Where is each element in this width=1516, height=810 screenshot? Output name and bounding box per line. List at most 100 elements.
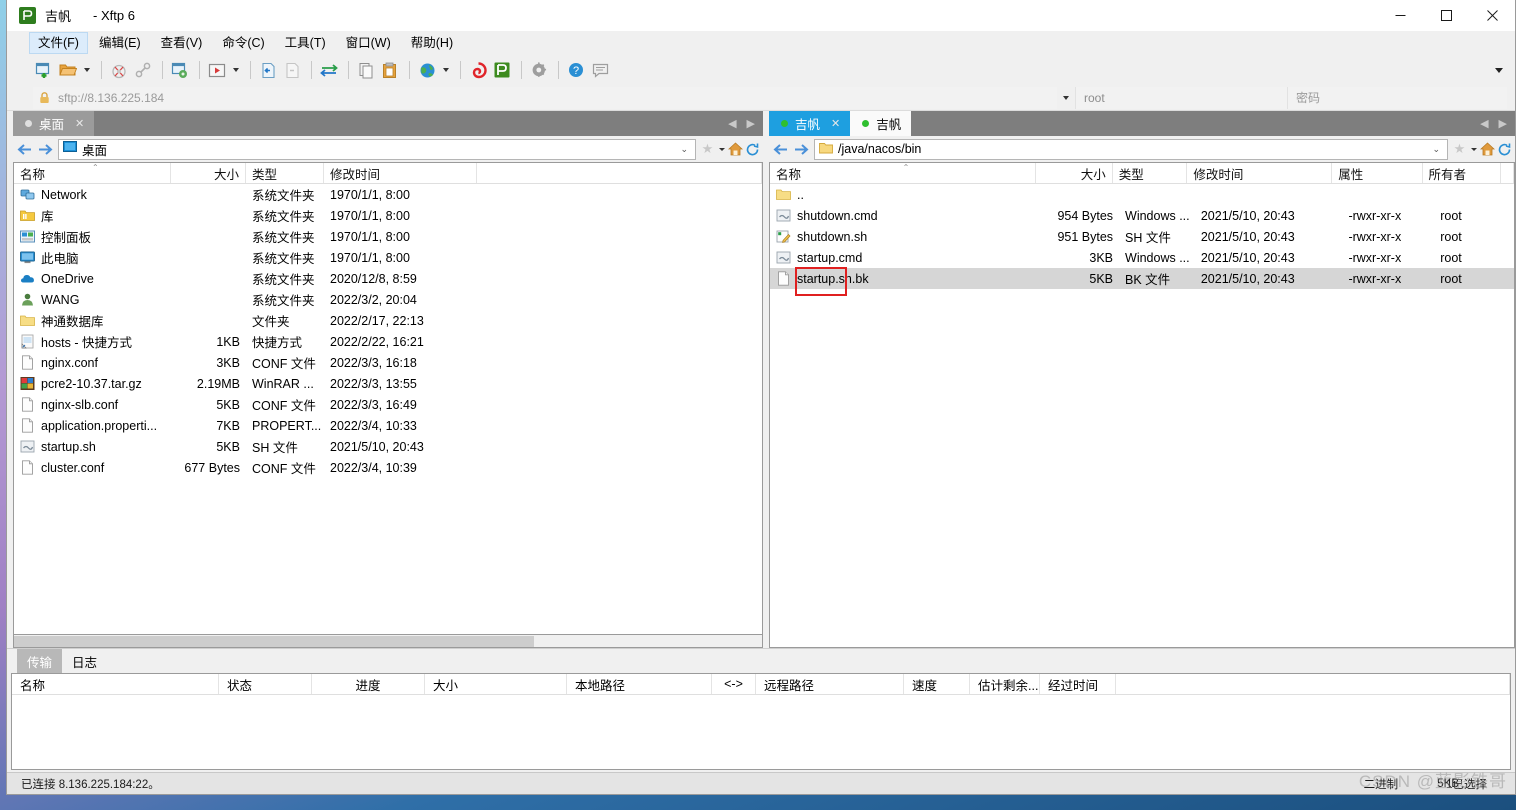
menu-edit[interactable]: 编辑(E)	[90, 32, 150, 54]
open-folder-dropdown-caret-icon[interactable]	[81, 59, 92, 81]
remote-path-caret-icon[interactable]: ⌄	[1432, 144, 1443, 155]
globe-dropdown-caret-icon[interactable]	[440, 59, 451, 81]
sync-icon[interactable]	[318, 59, 340, 81]
remote-back-button[interactable]	[771, 136, 791, 162]
local-tab-close-icon[interactable]: ✕	[75, 117, 84, 130]
local-col-type[interactable]: 类型	[246, 163, 324, 183]
remote-col-modified[interactable]: 修改时间	[1187, 163, 1333, 183]
link-icon[interactable]	[132, 59, 154, 81]
menu-command[interactable]: 命令(C)	[213, 32, 273, 54]
globe-icon[interactable]	[416, 59, 438, 81]
transfer-col-localpath[interactable]: 本地路径	[567, 674, 712, 694]
transfer-col-elapsed[interactable]: 经过时间	[1040, 674, 1116, 694]
table-row[interactable]: hosts - 快捷方式 1KB 快捷方式 2022/2/22, 16:21	[14, 331, 762, 352]
table-row[interactable]: startup.cmd 3KB Windows ... 2021/5/10, 20:4…	[770, 247, 1514, 268]
tab-transfers[interactable]: 传输	[17, 648, 63, 674]
local-back-button[interactable]	[15, 136, 35, 162]
remote-col-type[interactable]: 类型	[1113, 163, 1188, 183]
local-horizontal-scrollbar[interactable]	[13, 635, 763, 648]
transfer-col-eta[interactable]: 估计剩余...	[970, 674, 1040, 694]
remote-tab-2[interactable]: 吉帆	[850, 111, 912, 136]
local-home-icon[interactable]	[727, 136, 744, 162]
username-input[interactable]: root	[1075, 86, 1287, 109]
table-row[interactable]: nginx.conf 3KB CONF 文件 2022/3/3, 16:18	[14, 352, 762, 373]
remote-home-icon[interactable]	[1479, 136, 1496, 162]
remote-col-owner[interactable]: 所有者	[1423, 163, 1501, 183]
run-icon[interactable]	[206, 59, 228, 81]
local-tab-desktop[interactable]: 桌面 ✕	[13, 111, 95, 136]
table-row[interactable]: 控制面板 系统文件夹 1970/1/1, 8:00	[14, 226, 762, 247]
remote-path-input[interactable]: /java/nacos/bin ⌄	[814, 138, 1448, 160]
transfer-col-remotepath[interactable]: 远程路径	[756, 674, 904, 694]
remote-tab-1-close-icon[interactable]: ✕	[831, 117, 840, 130]
local-refresh-icon[interactable]	[744, 136, 761, 162]
help-icon[interactable]: ?	[565, 59, 587, 81]
local-bookmark-caret-icon[interactable]	[716, 136, 727, 162]
local-file-list[interactable]: 名称 ⌃ 大小 类型 修改时间 Network 系统文件夹 1970/1/1, 8:…	[13, 162, 763, 635]
transfer-col-direction[interactable]: <->	[712, 674, 756, 694]
transfer-col-size[interactable]: 大小	[425, 674, 567, 694]
table-row[interactable]: 此电脑 系统文件夹 1970/1/1, 8:00	[14, 247, 762, 268]
local-bookmark-icon[interactable]: ★	[699, 136, 716, 162]
table-row[interactable]: WANG 系统文件夹 2022/3/2, 20:04	[14, 289, 762, 310]
table-row[interactable]: cluster.conf 677 Bytes CONF 文件 2022/3/4, 10…	[14, 457, 762, 478]
remote-col-size[interactable]: 大小	[1036, 163, 1113, 183]
transfer-col-speed[interactable]: 速度	[904, 674, 970, 694]
session-settings-icon[interactable]	[169, 59, 191, 81]
table-row[interactable]: Network 系统文件夹 1970/1/1, 8:00	[14, 184, 762, 205]
settings-gear-icon[interactable]	[528, 59, 550, 81]
local-col-modified[interactable]: 修改时间	[324, 163, 477, 183]
xshell-icon[interactable]	[467, 59, 489, 81]
maximize-button[interactable]	[1423, 0, 1469, 31]
local-forward-button[interactable]	[35, 136, 55, 162]
transfer-col-name[interactable]: 名称	[12, 674, 219, 694]
menu-tools[interactable]: 工具(T)	[276, 32, 335, 54]
local-col-size[interactable]: 大小	[171, 163, 246, 183]
table-row[interactable]: shutdown.sh 951 Bytes SH 文件 2021/5/10, 20:4…	[770, 226, 1514, 247]
tabstrip-prev-icon[interactable]: ◀	[1480, 117, 1488, 130]
table-row[interactable]: pcre2-10.37.tar.gz 2.19MB WinRAR ... 2022/3…	[14, 373, 762, 394]
minimize-button[interactable]	[1377, 0, 1423, 31]
local-path-caret-icon[interactable]: ⌄	[680, 144, 691, 155]
table-row[interactable]: 神通数据库 文件夹 2022/2/17, 22:13	[14, 310, 762, 331]
table-row[interactable]: 库 系统文件夹 1970/1/1, 8:00	[14, 205, 762, 226]
toolbar-overflow-caret-icon[interactable]	[1491, 55, 1507, 85]
xftp-icon[interactable]	[491, 59, 513, 81]
remote-col-attr[interactable]: 属性	[1332, 163, 1423, 183]
disconnect-icon[interactable]	[108, 59, 130, 81]
transfer-table-body[interactable]	[12, 695, 1510, 769]
local-path-input[interactable]: 桌面 ⌄	[58, 138, 696, 160]
password-input[interactable]: 密码	[1287, 86, 1507, 109]
tabstrip-next-icon[interactable]: ▶	[1499, 117, 1507, 130]
remote-refresh-icon[interactable]	[1496, 136, 1513, 162]
table-row[interactable]: startup.sh.bk 5KB BK 文件 2021/5/10, 20:43 -rw…	[770, 268, 1514, 289]
menu-window[interactable]: 窗口(W)	[337, 32, 400, 54]
menu-help[interactable]: 帮助(H)	[402, 32, 462, 54]
paste-icon[interactable]	[379, 59, 401, 81]
close-button[interactable]	[1469, 0, 1515, 31]
new-session-icon[interactable]	[33, 59, 55, 81]
table-row[interactable]: application.properti... 7KB PROPERT... 2022…	[14, 415, 762, 436]
address-dropdown-caret-icon[interactable]	[1057, 87, 1075, 109]
menu-file[interactable]: 文件(F)	[29, 32, 88, 54]
menu-view[interactable]: 查看(V)	[152, 32, 212, 54]
remote-file-list[interactable]: 名称 ⌃ 大小 类型 修改时间 属性 所有者 .. shutdown.cmd 954…	[769, 162, 1515, 648]
address-input[interactable]: sftp://8.136.225.184	[33, 86, 1057, 109]
feedback-icon[interactable]	[589, 59, 611, 81]
local-list-body[interactable]: Network 系统文件夹 1970/1/1, 8:00 库系统文件夹 1970/1/1…	[14, 184, 762, 634]
local-scroll-thumb[interactable]	[14, 635, 534, 647]
tabstrip-next-icon[interactable]: ▶	[747, 117, 755, 130]
table-row[interactable]: nginx-slb.conf 5KB CONF 文件 2022/3/3, 16:49	[14, 394, 762, 415]
transfer-table[interactable]: 名称 状态 进度 大小 本地路径 <-> 远程路径 速度 估计剩余... 经过时…	[11, 673, 1511, 770]
tab-logs[interactable]: 日志	[62, 649, 107, 674]
transfer-left-icon[interactable]	[257, 59, 279, 81]
table-row[interactable]: shutdown.cmd 954 Bytes Windows ... 2021/5/1…	[770, 205, 1514, 226]
table-row[interactable]: ..	[770, 184, 1514, 205]
transfer-col-progress[interactable]: 进度	[312, 674, 425, 694]
remote-tab-1[interactable]: 吉帆 ✕	[769, 111, 851, 136]
remote-list-body[interactable]: .. shutdown.cmd 954 Bytes Windows ... 2021/5…	[770, 184, 1514, 647]
tabstrip-prev-icon[interactable]: ◀	[728, 117, 736, 130]
table-row[interactable]: OneDrive 系统文件夹 2020/12/8, 8:59	[14, 268, 762, 289]
remote-bookmark-caret-icon[interactable]	[1468, 136, 1479, 162]
run-dropdown-caret-icon[interactable]	[230, 59, 241, 81]
